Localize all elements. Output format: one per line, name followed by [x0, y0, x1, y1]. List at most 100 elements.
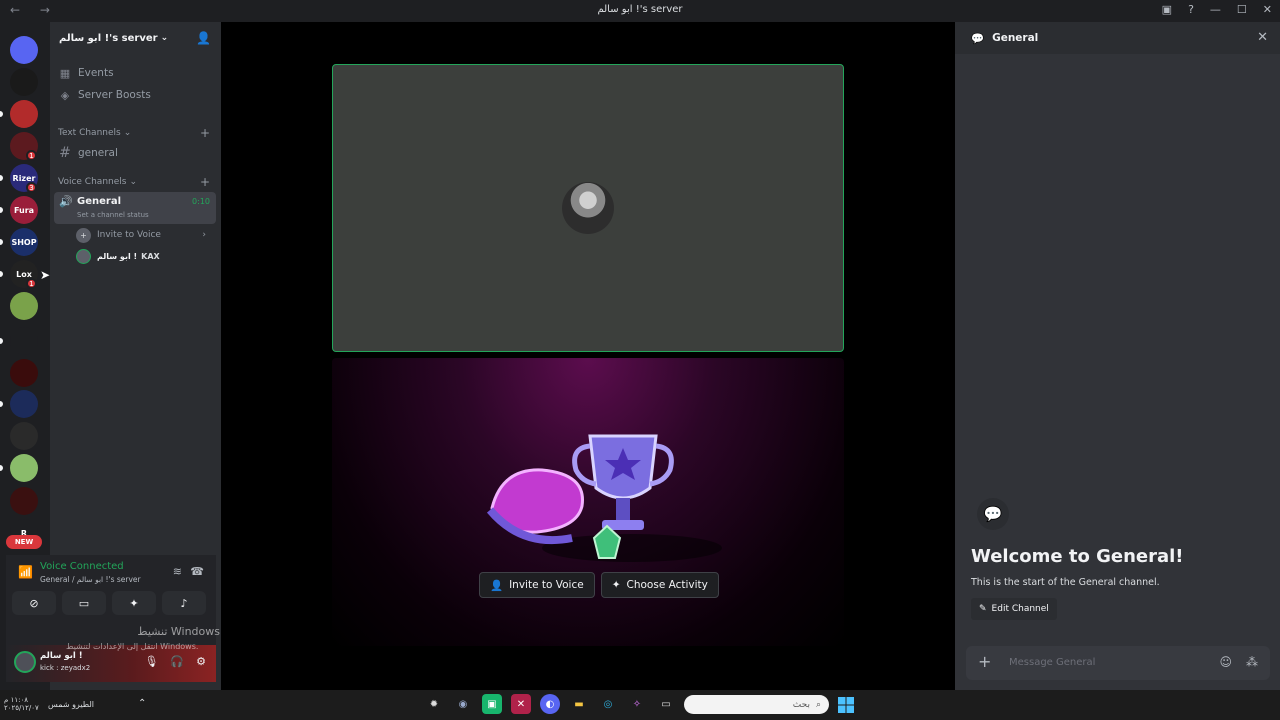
invite-to-voice-button[interactable]: 👤 Invite to Voice	[479, 572, 595, 598]
invite-to-voice-item[interactable]: + Invite to Voice ›	[76, 225, 216, 245]
member-tag: KAX	[141, 251, 160, 261]
headphones-icon[interactable]: 🎧	[170, 655, 184, 668]
window-title: ابو سالم !'s server	[597, 4, 683, 15]
sidebar-item-server-boosts[interactable]: ◈ Server Boosts	[56, 85, 214, 105]
chevron-down-icon: ⌄	[160, 33, 169, 43]
choose-activity-button[interactable]: ✦ Choose Activity	[600, 572, 719, 598]
weather-widget[interactable]: الطيرو شمس	[48, 700, 94, 709]
invite-label: Invite to Voice	[97, 230, 161, 240]
camera-button[interactable]: ⊘	[12, 591, 56, 615]
add-channel-icon[interactable]: +	[200, 126, 210, 140]
emoji-icon[interactable]: ☺	[1219, 655, 1232, 669]
user-video-tile[interactable]	[332, 64, 844, 352]
add-channel-icon[interactable]: +	[200, 175, 210, 189]
server-icon[interactable]	[10, 292, 38, 320]
add-attachment-icon[interactable]: +	[978, 652, 991, 671]
voice-member[interactable]: ابو سالم ! KAX	[76, 246, 216, 266]
avatar	[76, 248, 91, 264]
avatar	[562, 182, 614, 234]
soundboard-button[interactable]: ♪	[162, 591, 206, 615]
task-view-icon[interactable]: ▭	[656, 694, 676, 714]
windows-activation-watermark: تنشيط Windows انتقل إلى الإعدادات لتنشيط…	[66, 625, 226, 654]
unread-pill	[0, 207, 3, 213]
chevron-down-icon: ⌄	[129, 177, 137, 187]
discord-app: ← → ابو سالم !'s server ▣ ? — ☐ ✕ 1 Rizer…	[0, 0, 1280, 720]
pencil-icon: ✎	[979, 604, 987, 614]
app-icon[interactable]: ▣	[482, 694, 502, 714]
file-explorer-icon[interactable]: ▬	[569, 694, 589, 714]
chat-header: 💬 General ✕	[955, 22, 1280, 54]
server-icon[interactable]	[10, 327, 38, 355]
category-label: Voice Channels	[58, 177, 127, 187]
button-label: Invite to Voice	[509, 579, 584, 591]
clock[interactable]: ١١:٠٨ م ٢٠٢٥/١٢/٠٧	[4, 696, 39, 712]
copilot-icon[interactable]: ✧	[627, 694, 647, 714]
steam-icon[interactable]: ◉	[453, 694, 473, 714]
voice-channel-path[interactable]: General / ابو سالم !'s server	[40, 575, 141, 584]
edge-icon[interactable]: ◎	[598, 694, 618, 714]
signal-icon[interactable]: 📶	[18, 565, 33, 579]
windows-taskbar: ١١:٠٨ م ٢٠٢٥/١٢/٠٧ الطيرو شمس ⌃ ✹ ◉ ▣ ✕ …	[0, 690, 1280, 720]
server-icon[interactable]	[10, 454, 38, 482]
disconnect-icon[interactable]: ☎	[190, 565, 204, 578]
apps-icon[interactable]: ⁂	[1246, 655, 1258, 669]
chevron-up-icon[interactable]: ⌃	[138, 698, 146, 709]
server-icon[interactable]	[10, 487, 38, 515]
microphone-icon[interactable]: 🎙	[144, 655, 158, 668]
close-window-icon[interactable]: ✕	[1263, 3, 1272, 16]
server-icon[interactable]	[10, 390, 38, 418]
inbox-icon[interactable]: ▣	[1162, 3, 1172, 16]
game-icon[interactable]: ✕	[511, 694, 531, 714]
server-icon[interactable]: Fura	[10, 196, 38, 224]
channel-status[interactable]: Set a channel status	[77, 211, 149, 219]
category-text-channels[interactable]: Text Channels ⌄ +	[58, 126, 214, 140]
server-header[interactable]: ابو سالم !'s server ⌄ 👤	[50, 22, 221, 54]
soundboard-icon: ♪	[180, 596, 188, 610]
sidebar-item-events[interactable]: ▦ Events	[56, 63, 214, 83]
sidebar-item-label: Server Boosts	[78, 89, 151, 101]
minimize-icon[interactable]: —	[1210, 3, 1221, 16]
screen-share-button[interactable]: ▭	[62, 591, 106, 615]
welcome-subtitle: This is the start of the General channel…	[971, 577, 1160, 588]
unread-pill	[0, 111, 3, 117]
gear-icon[interactable]: ⚙	[196, 655, 206, 668]
server-icon[interactable]	[10, 100, 38, 128]
notification-badge: 1	[26, 150, 37, 161]
category-label: Text Channels	[58, 128, 121, 138]
clock-time: ١١:٠٨ م	[4, 696, 28, 704]
server-icon[interactable]: SHOP	[10, 228, 38, 256]
taskbar-search[interactable]: بحث ⌕	[684, 695, 829, 714]
server-icon[interactable]	[10, 36, 38, 64]
voice-status[interactable]: Voice Connected	[40, 561, 124, 572]
message-input[interactable]: + Message General ☺ ⁂	[966, 646, 1270, 680]
channel-general[interactable]: # general	[56, 143, 214, 163]
channel-label: general	[78, 147, 118, 159]
unread-pill	[0, 175, 3, 181]
new-badge: NEW	[6, 535, 42, 549]
voice-channel-general[interactable]: 🔊 General Set a channel status 0:10	[54, 192, 216, 224]
server-icon[interactable]	[10, 422, 38, 450]
help-icon[interactable]: ?	[1188, 3, 1194, 16]
server-icon[interactable]	[10, 68, 38, 96]
activity-button[interactable]: ✦	[112, 591, 156, 615]
edit-channel-button[interactable]: ✎ Edit Channel	[971, 598, 1057, 620]
speaker-icon: 🔊	[59, 195, 73, 208]
chevron-right-icon: ›	[202, 230, 206, 240]
discord-icon[interactable]: ◐	[540, 694, 560, 714]
chat-panel: 💬 General ✕ 💬 Welcome to General! This i…	[955, 22, 1280, 690]
chat-bubble-icon: 💬	[971, 32, 985, 45]
welcome-heading: Welcome to General!	[971, 546, 1184, 567]
add-user-icon: +	[76, 227, 91, 243]
close-icon[interactable]: ✕	[1257, 30, 1268, 45]
windows-start-icon[interactable]	[836, 695, 856, 715]
category-voice-channels[interactable]: Voice Channels ⌄ +	[58, 175, 214, 189]
voice-stage: 👤 Invite to Voice ✦ Choose Activity	[221, 22, 955, 690]
noise-suppression-icon[interactable]: ≋	[173, 565, 182, 578]
maximize-icon[interactable]: ☐	[1237, 3, 1247, 16]
invite-people-icon[interactable]: 👤	[196, 31, 211, 45]
watermark-line-2: انتقل إلى الإعدادات لتنشيط Windows.	[66, 642, 199, 651]
spider-app-icon[interactable]: ✹	[424, 694, 444, 714]
server-icon[interactable]	[10, 359, 38, 387]
member-name: ابو سالم !	[97, 251, 138, 261]
avatar[interactable]	[14, 651, 36, 673]
